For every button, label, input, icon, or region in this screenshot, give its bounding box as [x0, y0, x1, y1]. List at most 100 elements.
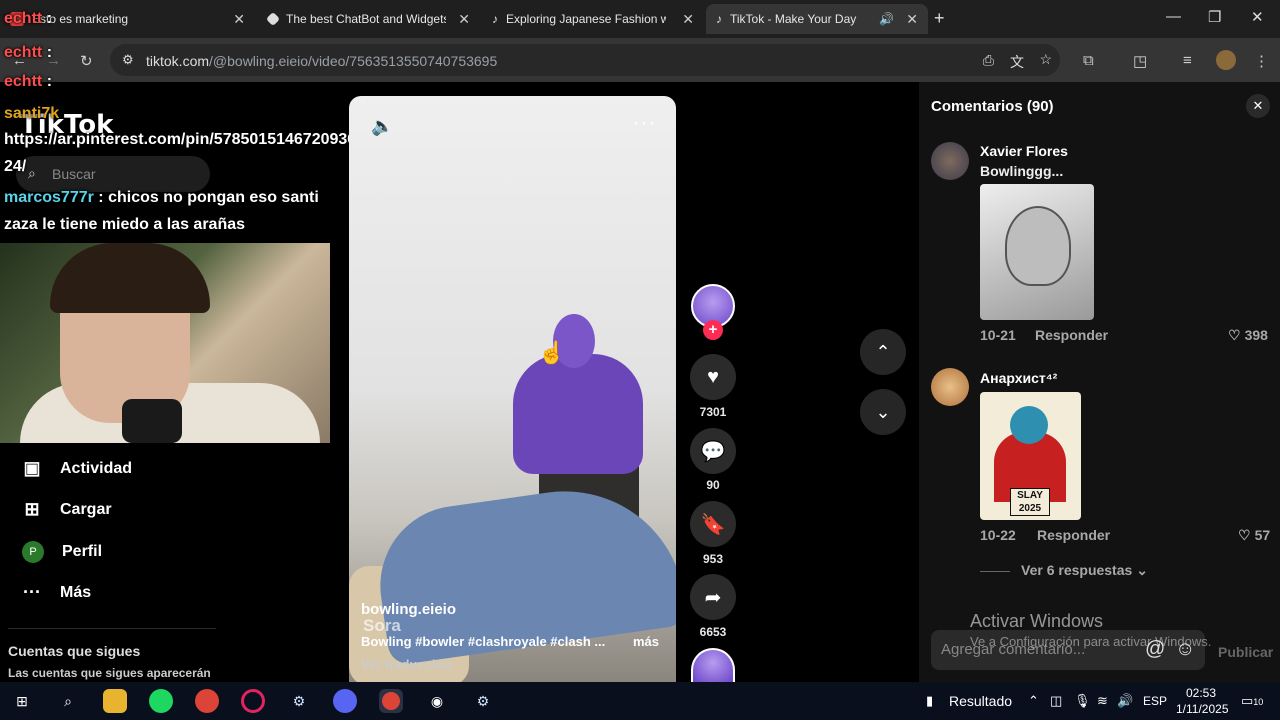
url-bar[interactable]: ⚙ tiktok.com/@bowling.eieio/video/756351… — [110, 44, 1060, 76]
comment-like[interactable]: ♡ 398 — [1228, 327, 1268, 344]
comment-button[interactable]: 💬 — [690, 428, 736, 474]
share-button[interactable]: ➦ — [690, 574, 736, 620]
nav-cargar[interactable]: ⊞ Cargar — [22, 499, 111, 520]
comment-image[interactable]: SLAY 2025 — [980, 392, 1081, 520]
news-widget[interactable]: Resultado — [949, 693, 1012, 709]
share-icon: ➦ — [704, 586, 722, 609]
new-tab-button[interactable]: + — [934, 8, 945, 29]
meet-icon[interactable]: ◫ — [1050, 693, 1062, 709]
reply-button[interactable]: Responder — [1035, 327, 1108, 343]
comment-author[interactable]: Анархист⁴² — [980, 370, 1057, 386]
search-input[interactable]: ⌕ Buscar — [16, 156, 210, 192]
publish-button[interactable]: Publicar — [1218, 644, 1273, 660]
next-video-button[interactable]: ⌄ — [860, 389, 906, 435]
tab-title: Esto es marketing — [32, 12, 129, 26]
clock[interactable]: 02:53 1/11/2025 — [1176, 685, 1229, 717]
comments-title: Comentarios (90) — [931, 98, 1054, 115]
speaker-icon[interactable]: 🔊 — [879, 12, 894, 26]
bookmark-star-icon[interactable]: ☆ — [1039, 51, 1052, 68]
tab-tiktok[interactable]: ♪ TikTok - Make Your Day 🔊 ✕ — [706, 4, 928, 34]
caption-more-link[interactable]: más — [633, 634, 659, 649]
reply-button[interactable]: Responder — [1037, 527, 1110, 543]
comment-image[interactable] — [980, 184, 1094, 320]
chevron-up-icon[interactable]: ⌃ — [1028, 693, 1039, 709]
reload-icon[interactable]: ↻ — [80, 52, 93, 70]
opera-icon[interactable] — [241, 689, 265, 713]
wifi-icon[interactable]: ≋ — [1097, 693, 1108, 709]
volume-icon[interactable]: 🔈 — [371, 116, 393, 137]
close-icon[interactable]: ✕ — [233, 11, 245, 28]
tab-japanese-fashion[interactable]: ♪ Exploring Japanese Fashion wit ✕ — [482, 4, 704, 34]
install-icon[interactable]: ⎙ — [983, 52, 994, 69]
translate-link[interactable]: Ver traducción — [361, 657, 451, 672]
windows-taskbar: ⊞ ⌕ ⚙ ◉ ⚙ ▮ Resultado ⌃ ◫ 🎙 ≋ 🔊 ESP 02:5… — [0, 682, 1280, 720]
video-player[interactable]: 🔈 ··· bowling.eieio Sora Bowling #bowler… — [349, 96, 676, 682]
tab-title: The best ChatBot and Widgets — [286, 12, 446, 26]
search-icon[interactable]: ⌕ — [56, 689, 80, 713]
chat-line: 24/ — [4, 158, 27, 175]
more-options-icon[interactable]: ··· — [633, 112, 656, 135]
translate-icon[interactable]: 文 — [1010, 52, 1024, 72]
volume-icon[interactable]: 🔊 — [1117, 693, 1133, 709]
menu-icon[interactable]: ⋮ — [1254, 52, 1269, 70]
mic-icon[interactable]: 🎙 — [1074, 693, 1091, 709]
close-window-icon[interactable]: ✕ — [1251, 8, 1264, 26]
comment-like[interactable]: ♡ 57 — [1238, 527, 1270, 544]
close-icon[interactable]: ✕ — [906, 11, 918, 28]
save-button[interactable]: 🔖 — [690, 501, 736, 547]
close-icon[interactable]: ✕ — [458, 11, 470, 28]
activate-windows-title: Activar Windows — [970, 611, 1104, 631]
tab-title: TikTok - Make Your Day — [730, 12, 857, 26]
address-toolbar: ← → ↻ ⚙ tiktok.com/@bowling.eieio/video/… — [0, 38, 1280, 82]
obs-icon[interactable]: ◉ — [425, 689, 449, 713]
steam-icon[interactable]: ⚙ — [287, 689, 311, 713]
tab-title: Exploring Japanese Fashion wit — [506, 12, 666, 26]
windows-start-icon[interactable]: ⊞ — [10, 689, 34, 713]
chrome-active-icon[interactable] — [379, 689, 403, 713]
like-count: 7301 — [699, 405, 727, 419]
nav-perfil[interactable]: P Perfil — [22, 541, 102, 563]
url-host: tiktok.com — [146, 53, 210, 69]
discord-icon[interactable] — [333, 689, 357, 713]
screenshot-icon[interactable]: ◳ — [1133, 52, 1147, 70]
follow-plus-icon[interactable]: + — [703, 320, 723, 340]
share-count: 6653 — [699, 625, 727, 639]
webcam-overlay — [0, 243, 330, 443]
chat-line: echtt : — [4, 44, 53, 61]
file-explorer-icon[interactable] — [103, 689, 127, 713]
nba-icon[interactable]: ▮ — [926, 693, 933, 709]
nav-actividad[interactable]: ▣ Actividad — [22, 458, 132, 479]
view-replies-button[interactable]: Ver 6 respuestas ⌄ — [1021, 562, 1148, 579]
tab-chatbot[interactable]: The best ChatBot and Widgets ✕ — [258, 4, 480, 34]
close-icon[interactable]: ✕ — [682, 11, 694, 28]
search-placeholder: Buscar — [52, 166, 96, 182]
profile-avatar[interactable] — [1216, 50, 1236, 70]
sticker-text: SLAY 2025 — [1010, 488, 1050, 516]
avatar[interactable] — [931, 368, 969, 406]
chat-line: https://ar.pinterest.com/pin/57850151467… — [4, 131, 357, 148]
media-icon[interactable]: ≡ — [1183, 52, 1192, 69]
maximize-icon[interactable]: ❐ — [1208, 8, 1221, 26]
site-info-icon[interactable]: ⚙ — [122, 52, 134, 68]
tab-bar: Esto es marketing ✕ The best ChatBot and… — [0, 0, 1280, 38]
close-comments-button[interactable]: ✕ — [1246, 94, 1270, 118]
extensions-icon[interactable]: ⧉ — [1083, 52, 1094, 69]
save-count: 953 — [702, 552, 724, 566]
steam-icon[interactable]: ⚙ — [471, 689, 495, 713]
spotify-icon[interactable] — [149, 689, 173, 713]
avatar[interactable] — [931, 142, 969, 180]
chrome-icon[interactable] — [195, 689, 219, 713]
activity-icon: ▣ — [23, 458, 41, 478]
like-button[interactable]: ♥ — [690, 354, 736, 400]
comment-date: 10-21 — [980, 327, 1016, 343]
notification-icon[interactable]: ▭10 — [1241, 693, 1263, 709]
previous-video-button[interactable]: ⌃ — [860, 329, 906, 375]
input-language[interactable]: ESP — [1143, 694, 1167, 708]
comments-panel: Comentarios (90) ✕ Xavier Flores Bowling… — [919, 82, 1280, 682]
minimize-icon[interactable]: — — [1166, 8, 1181, 25]
nav-mas[interactable]: ··· Más — [22, 582, 91, 603]
comment-author[interactable]: Xavier Flores — [980, 143, 1068, 159]
profile-icon: P — [22, 541, 44, 563]
more-icon: ··· — [23, 582, 41, 602]
tiktok-icon: ♪ — [492, 12, 498, 26]
